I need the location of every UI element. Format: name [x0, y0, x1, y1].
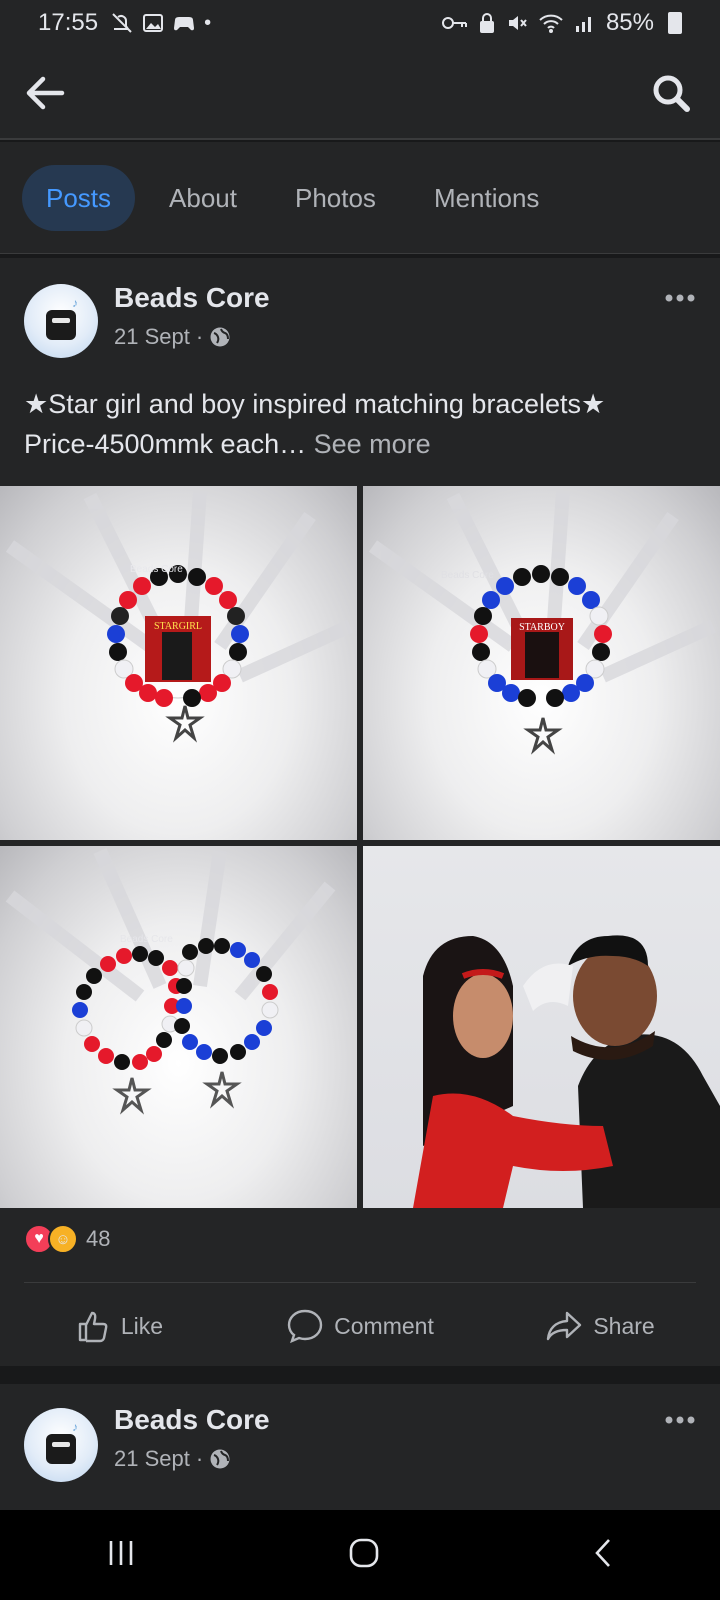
post-date[interactable]: 21 Sept	[114, 1446, 190, 1472]
gallery-icon	[143, 14, 164, 32]
avatar[interactable]: ♪	[24, 284, 98, 358]
like-label: Like	[120, 1312, 164, 1339]
reaction-count: 48	[86, 1226, 111, 1251]
meta-separator: ·	[195, 324, 204, 349]
recents-icon	[109, 1540, 133, 1565]
photo-stargirl-bracelet[interactable]: STARGIRL Beads Core	[0, 486, 357, 840]
more-icon	[665, 1416, 695, 1424]
photo-starboy-bracelet[interactable]: STARBOY Beads Core	[363, 486, 720, 840]
more-icon	[665, 294, 695, 302]
divider	[24, 1282, 696, 1283]
status-bar: 17:55 • 85%	[0, 0, 720, 46]
starboy-card-label: STARBOY	[519, 622, 565, 633]
search-icon	[653, 75, 690, 112]
post-header: ♪ Beads Core 21 Sept ·	[0, 258, 720, 358]
post-text: ★Star girl and boy inspired matching bra…	[24, 384, 704, 464]
like-button[interactable]: Like	[0, 1288, 240, 1364]
post-author[interactable]: Beads Core	[114, 1404, 270, 1436]
notifications-off-icon	[112, 13, 132, 33]
tab-about[interactable]: About	[145, 165, 261, 231]
more-options-button[interactable]	[664, 1406, 696, 1426]
tab-mentions[interactable]: Mentions	[410, 165, 564, 231]
home-button[interactable]	[348, 1537, 380, 1574]
post-author[interactable]: Beads Core	[114, 282, 270, 314]
post-meta: 21 Sept ·	[114, 324, 231, 350]
avatar[interactable]: ♪	[24, 1408, 98, 1482]
globe-icon	[210, 1449, 230, 1469]
dot-icon: •	[204, 11, 212, 34]
comment-button[interactable]: Comment	[240, 1288, 480, 1364]
comment-icon	[287, 1309, 323, 1344]
profile-tabs: Posts About Photos Mentions	[0, 142, 720, 254]
care-reaction-icon: ☺	[48, 1224, 78, 1254]
nav-back-icon	[595, 1538, 610, 1567]
recents-button[interactable]	[106, 1539, 136, 1572]
post-text-line2: Price-4500mmk each…	[24, 429, 307, 459]
lock-icon	[479, 13, 494, 33]
mute-icon	[508, 16, 527, 30]
watermark: Beads Core	[441, 570, 494, 581]
tab-photos[interactable]: Photos	[271, 165, 400, 231]
status-time: 17:55	[38, 9, 99, 36]
nav-back-button[interactable]	[592, 1537, 614, 1574]
back-button[interactable]	[22, 70, 68, 116]
share-label: Share	[593, 1312, 655, 1339]
share-button[interactable]: Share	[480, 1288, 720, 1364]
thumbs-up-icon	[78, 1311, 108, 1343]
post-header: ♪ Beads Core 21 Sept ·	[0, 1384, 720, 1484]
search-button[interactable]	[648, 70, 694, 116]
wifi-icon	[539, 14, 563, 33]
stargirl-card-label: STARGIRL	[154, 621, 202, 632]
photo-grid: STARGIRL Beads Core STARBOY Beads Core B…	[0, 486, 720, 1208]
watermark: Beads Core	[130, 564, 183, 575]
share-icon	[547, 1311, 582, 1341]
post-actions: Like Comment Share	[0, 1288, 720, 1364]
post-meta: 21 Sept ·	[114, 1446, 231, 1472]
home-icon	[349, 1538, 379, 1567]
back-arrow-icon	[26, 76, 65, 110]
post-card: ♪ Beads Core 21 Sept ·	[0, 1384, 720, 1510]
battery-percent: 85%	[605, 9, 654, 36]
photo-couple[interactable]	[363, 846, 720, 1208]
tab-posts[interactable]: Posts	[22, 164, 136, 231]
battery-icon	[668, 12, 682, 34]
comment-label: Comment	[334, 1312, 434, 1339]
app-bar	[0, 46, 720, 140]
system-nav-bar	[0, 1510, 720, 1600]
watermark: Beads Core	[120, 934, 173, 945]
reaction-summary[interactable]: ♥ ☺ 48	[24, 1224, 110, 1254]
post-card: ♪ Beads Core 21 Sept · ★Star girl and bo…	[0, 258, 720, 1366]
signal-icon	[575, 17, 591, 32]
post-text-line1: ★Star girl and boy inspired matching bra…	[24, 389, 606, 419]
more-options-button[interactable]	[664, 284, 696, 304]
see-more-link[interactable]: See more	[314, 429, 431, 459]
vpn-key-icon	[441, 17, 467, 29]
meta-separator: ·	[195, 1446, 204, 1471]
game-icon	[174, 17, 195, 31]
globe-icon	[210, 327, 230, 347]
post-date[interactable]: 21 Sept	[114, 324, 190, 350]
photo-matching-bracelets[interactable]: Beads Core	[0, 846, 357, 1208]
